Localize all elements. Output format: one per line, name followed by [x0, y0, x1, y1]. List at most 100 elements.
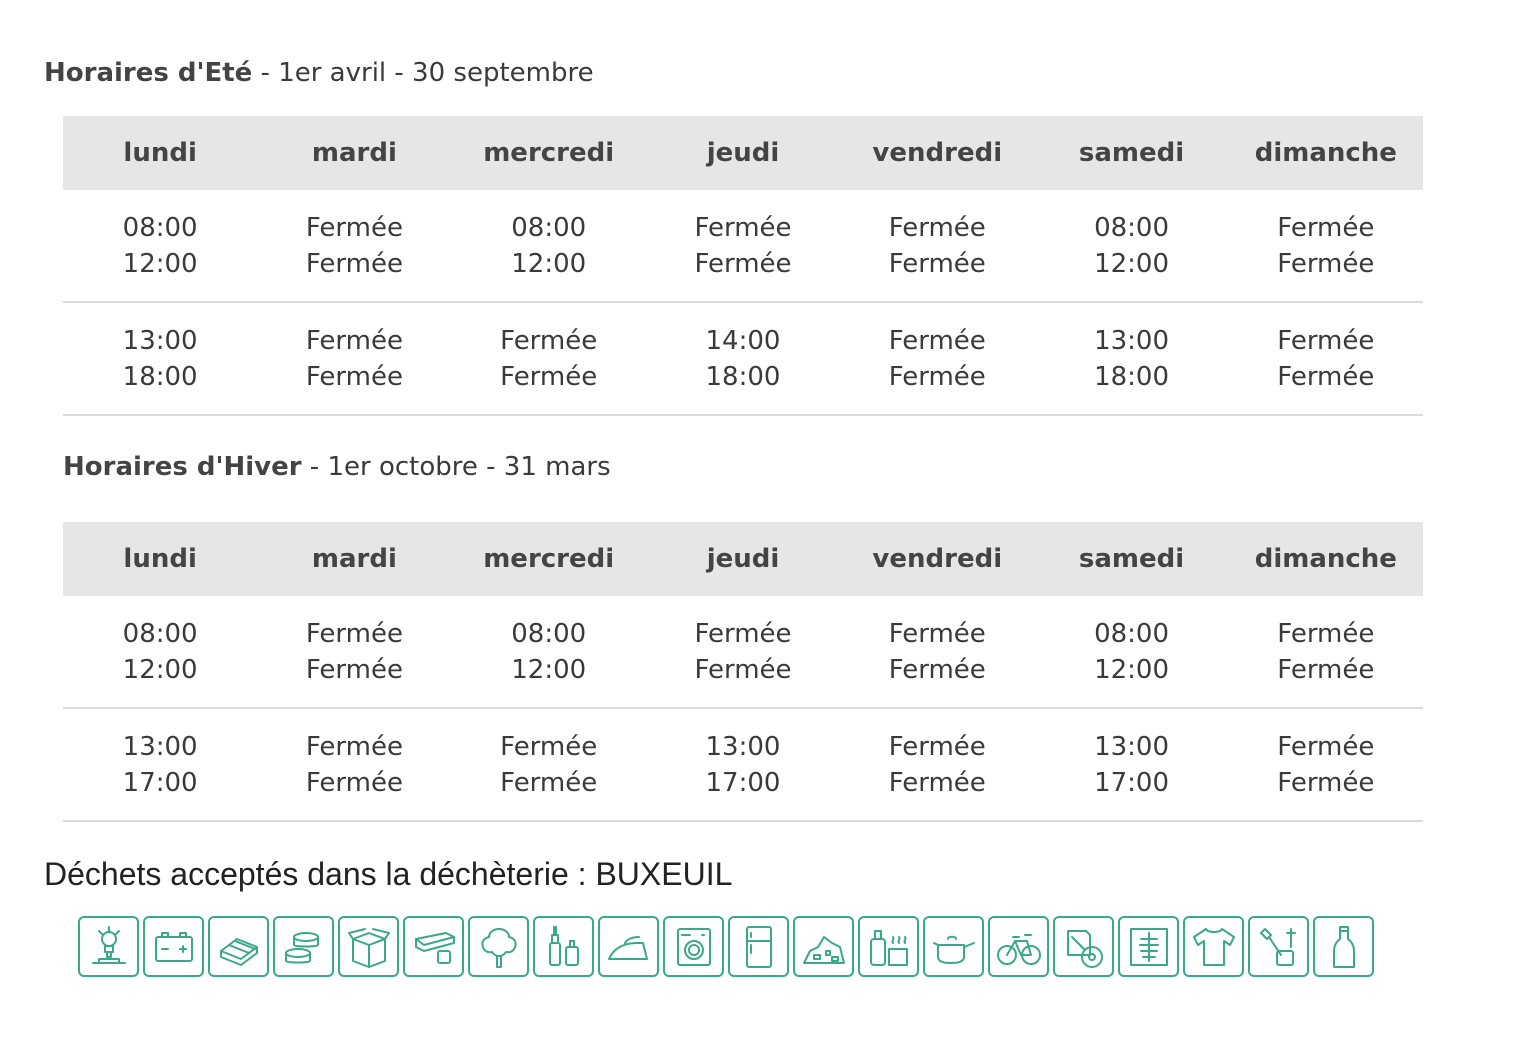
hours-close: Fermée: [888, 654, 986, 685]
table-row: 08:00 12:00 Fermée Fermée 08:00 12:00 Fermée Fe…: [63, 190, 1423, 303]
winter-title-bold: Horaires d'Hiver: [63, 452, 302, 482]
hours-open: Fermée: [305, 618, 403, 649]
hours-cell: Fermée Fermée: [257, 596, 452, 709]
hours-open: 08:00: [1094, 618, 1170, 649]
cartridge-cd-icon: [1053, 916, 1114, 977]
hours-cell: 08:00 12:00: [63, 190, 258, 303]
hours-close: Fermée: [1277, 361, 1375, 392]
hours-cell: Fermée Fermée: [257, 302, 452, 416]
day-header-samedi: samedi: [1034, 522, 1229, 596]
hours-cell: Fermée Fermée: [645, 190, 841, 303]
paint-icon: [533, 916, 594, 977]
hours-cell: 13:00 17:00: [645, 708, 841, 822]
hours-close: Fermée: [305, 248, 403, 279]
summer-title-period: - 1er avril - 30 septembre: [252, 58, 594, 88]
hours-close: Fermée: [1277, 248, 1375, 279]
hours-cell: 08:00 12:00: [451, 190, 646, 303]
hours-close: Fermée: [1277, 654, 1375, 685]
rolls-icon: [403, 916, 464, 977]
hours-open: Fermée: [694, 212, 792, 243]
day-header-vendredi: vendredi: [840, 522, 1035, 596]
hours-close: Fermée: [888, 361, 986, 392]
hours-open: Fermée: [305, 212, 403, 243]
hours-cell: Fermée Fermée: [451, 708, 646, 822]
hours-open: Fermée: [500, 325, 598, 356]
hours-close: Fermée: [500, 767, 598, 798]
hours-cell: Fermée Fermée: [645, 596, 841, 709]
hours-close: Fermée: [305, 361, 403, 392]
hours-close: Fermée: [1277, 767, 1375, 798]
hours-cell: 08:00 12:00: [451, 596, 646, 709]
hours-cell: 08:00 12:00: [1034, 190, 1229, 303]
hours-close: 12:00: [122, 248, 198, 279]
waste-title: Déchets acceptés dans la déchèterie : BU…: [44, 856, 733, 892]
hours-open: Fermée: [1277, 731, 1375, 762]
hours-cell: 13:00 18:00: [1034, 302, 1229, 416]
hours-cell: Fermée Fermée: [1228, 302, 1423, 416]
hours-open: Fermée: [305, 325, 403, 356]
hours-close: 17:00: [122, 767, 198, 798]
lamp-icon: [78, 916, 139, 977]
xray-icon: [1118, 916, 1179, 977]
hours-open: Fermée: [888, 618, 986, 649]
hours-open: Fermée: [694, 618, 792, 649]
day-header-lundi: lundi: [63, 116, 258, 190]
hours-cell: 08:00 12:00: [1034, 596, 1229, 709]
hours-open: Fermée: [888, 731, 986, 762]
metal-cans-icon: [273, 916, 334, 977]
hours-open: Fermée: [888, 212, 986, 243]
winter-title: Horaires d'Hiver - 1er octobre - 31 mars: [63, 452, 611, 482]
table-row: 13:00 18:00 Fermée Fermée Fermée Fermée 14:00 1…: [63, 302, 1423, 416]
hours-open: 08:00: [122, 618, 198, 649]
day-header-jeudi: jeudi: [645, 116, 841, 190]
pallet-icon: [208, 916, 269, 977]
day-header-lundi: lundi: [63, 522, 258, 596]
hours-cell: 13:00 18:00: [63, 302, 258, 416]
hours-open: 13:00: [1094, 325, 1170, 356]
rubble-icon: [793, 916, 854, 977]
day-header-vendredi: vendredi: [840, 116, 1035, 190]
hours-cell: 08:00 12:00: [63, 596, 258, 709]
hours-open: 08:00: [1094, 212, 1170, 243]
day-header-samedi: samedi: [1034, 116, 1229, 190]
chemical-bottles-icon: [858, 916, 919, 977]
table-row: 13:00 17:00 Fermée Fermée Fermée Fermée 13:00 1…: [63, 708, 1423, 822]
washing-machine-icon: [663, 916, 724, 977]
hours-cell: 13:00 17:00: [63, 708, 258, 822]
hours-open: Fermée: [1277, 618, 1375, 649]
waste-icons: [78, 916, 1374, 977]
iron-icon: [598, 916, 659, 977]
hours-cell: Fermée Fermée: [1228, 596, 1423, 709]
glass-bottle-icon: [1313, 916, 1374, 977]
battery-icon: [143, 916, 204, 977]
hours-open: 08:00: [511, 618, 587, 649]
hours-open: Fermée: [500, 731, 598, 762]
hours-cell: Fermée Fermée: [257, 708, 452, 822]
hours-cell: 13:00 17:00: [1034, 708, 1229, 822]
hours-close: Fermée: [500, 361, 598, 392]
summer-title: Horaires d'Eté - 1er avril - 30 septembr…: [44, 58, 594, 88]
summer-title-bold: Horaires d'Eté: [44, 58, 253, 88]
hours-open: 13:00: [1094, 731, 1170, 762]
hours-open: 14:00: [705, 325, 781, 356]
tools-icon: [1248, 916, 1309, 977]
hours-cell: Fermée Fermée: [840, 190, 1035, 303]
hours-cell: Fermée Fermée: [257, 190, 452, 303]
table-row: 08:00 12:00 Fermée Fermée 08:00 12:00 Fermée Fe…: [63, 596, 1423, 709]
hours-close: Fermée: [694, 654, 792, 685]
bicycle-icon: [988, 916, 1049, 977]
hours-open: Fermée: [1277, 325, 1375, 356]
hours-open: 13:00: [705, 731, 781, 762]
hours-open: 13:00: [122, 731, 198, 762]
hours-close: Fermée: [305, 767, 403, 798]
winter-title-period: - 1er octobre - 31 mars: [301, 452, 611, 482]
hours-cell: Fermée Fermée: [1228, 708, 1423, 822]
hours-open: Fermée: [305, 731, 403, 762]
hours-close: Fermée: [694, 248, 792, 279]
hours-open: 08:00: [511, 212, 587, 243]
day-header-mercredi: mercredi: [451, 116, 646, 190]
hours-close: 17:00: [705, 767, 781, 798]
tree-icon: [468, 916, 529, 977]
hours-cell: 14:00 18:00: [645, 302, 841, 416]
hours-close: 12:00: [511, 654, 587, 685]
